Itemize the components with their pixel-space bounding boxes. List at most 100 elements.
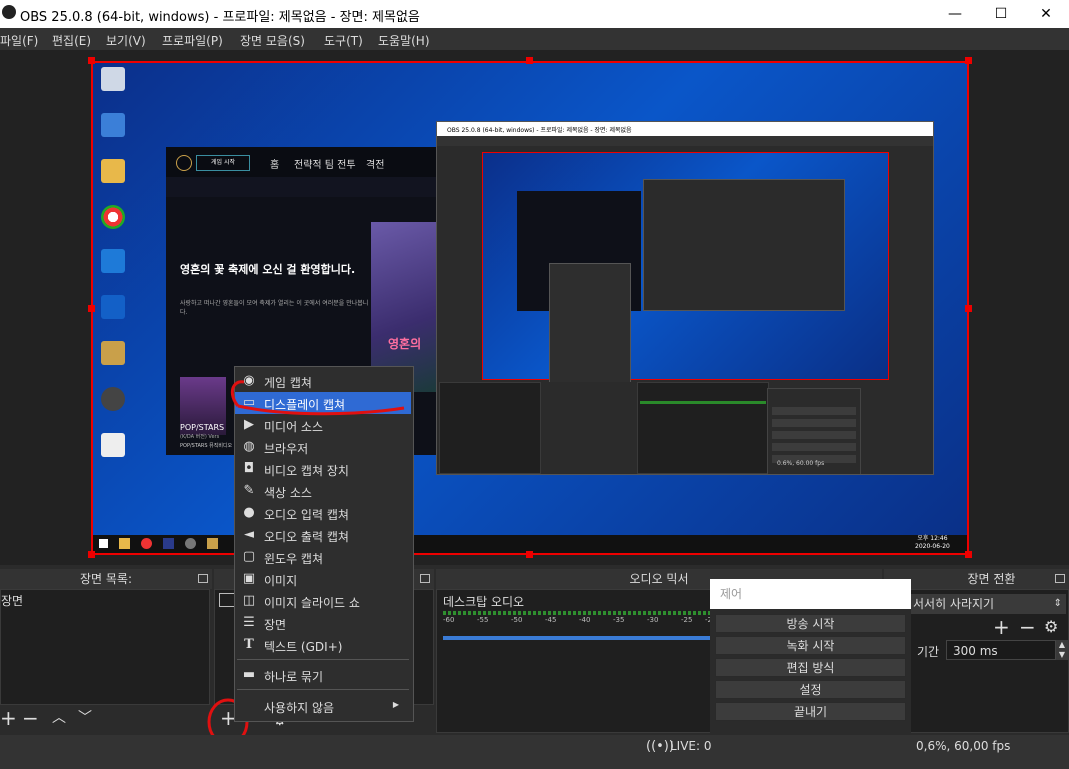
remove-transition-button[interactable]: −	[1019, 617, 1036, 637]
resize-handle-t[interactable]	[526, 57, 533, 64]
window-icon: ▢	[242, 549, 256, 564]
volume-slider[interactable]	[443, 636, 713, 640]
clock-date: 2020-06-20	[915, 543, 950, 550]
start-streaming-button[interactable]: 방송 시작	[715, 614, 906, 633]
transitions-title: 장면 전환	[967, 572, 1016, 586]
nested-preview	[482, 152, 889, 425]
menu-edit[interactable]: 편집(E)	[52, 32, 91, 49]
menu-profile[interactable]: 프로파일(P)	[162, 32, 223, 49]
taskbar-clock: 오후 12:46 2020-06-20	[915, 535, 950, 551]
select-arrows-icon: ⇕	[1053, 598, 1062, 609]
lol-body: 사랑하고 떠나간 영혼들이 모여 축제가 열리는 이 곳에서 여러분을 만나봅니…	[180, 300, 369, 316]
menu-item-text-gdi[interactable]: T 텍스트 (GDI+)	[235, 634, 411, 656]
remove-scene-button[interactable]: −	[22, 708, 39, 728]
menu-item-browser[interactable]: ◍ 브라우저	[235, 436, 411, 458]
close-button[interactable]: ✕	[1023, 0, 1069, 28]
menu-file[interactable]: 파일(F)	[0, 32, 38, 49]
nested-title: OBS 25.0.8 (64-bit, windows) - 프로파일: 제목없…	[447, 127, 632, 134]
menu-view[interactable]: 보기(V)	[106, 32, 146, 49]
resize-handle-b[interactable]	[526, 551, 533, 558]
menu-item-audio-input[interactable]: ● 오디오 입력 캡쳐	[235, 502, 411, 524]
live-status: LIVE: 0	[670, 739, 712, 753]
lol-play-button: 게임 시작	[196, 155, 250, 171]
lol-logo-icon	[176, 155, 192, 171]
submenu-arrow-icon: ▶	[392, 700, 399, 709]
maximize-button[interactable]: ☐	[978, 0, 1024, 28]
resize-handle-tr[interactable]	[965, 57, 972, 64]
duration-input[interactable]: 300 ms	[946, 640, 1056, 660]
menu-item-video-capture[interactable]: ◘ 비디오 캡쳐 장치	[235, 458, 411, 480]
lol-nav-tft: 전략적 팀 전투	[294, 160, 356, 171]
user-folder-icon	[101, 159, 125, 183]
scene-item[interactable]: 장면	[1, 592, 23, 609]
resize-handle-tl[interactable]	[88, 57, 95, 64]
menu-item-color-source[interactable]: ✎ 색상 소스	[235, 480, 411, 502]
computer-icon	[101, 113, 125, 137]
resize-handle-br[interactable]	[965, 551, 972, 558]
obs-icon	[101, 387, 125, 411]
photoshop-taskbar-icon	[163, 538, 174, 549]
microphone-icon: ●	[243, 505, 255, 520]
menu-item-audio-output[interactable]: ◄ 오디오 출력 캡쳐	[235, 524, 411, 546]
studio-mode-button[interactable]: 편집 방식	[715, 658, 906, 677]
windows-start-icon	[99, 539, 108, 548]
image-icon: ▣	[242, 571, 256, 586]
nested-title-bar: OBS 25.0.8 (64-bit, windows) - 프로파일: 제목없…	[437, 122, 933, 136]
menu-separator	[237, 659, 409, 660]
menu-item-image[interactable]: ▣ 이미지	[235, 568, 411, 590]
scene-down-button[interactable]: ﹀	[78, 708, 92, 728]
menu-item-image-slideshow[interactable]: ◫ 이미지 슬라이드 쇼	[235, 590, 411, 612]
brush-icon: ✎	[243, 483, 255, 498]
menu-tools[interactable]: 도구(T)	[324, 32, 363, 49]
transition-select[interactable]: 서서히 사라지기 ⇕	[909, 594, 1066, 614]
folder-icon: ▬	[242, 667, 256, 682]
menu-item-window-capture[interactable]: ▢ 윈도우 캡쳐	[235, 546, 411, 568]
add-transition-button[interactable]: +	[993, 617, 1010, 637]
scenes-list[interactable]: 장면	[0, 589, 210, 705]
duration-label: 기간	[917, 645, 940, 659]
explorer-taskbar-icon	[119, 538, 130, 549]
minimize-button[interactable]: —	[932, 0, 978, 28]
slideshow-icon: ◫	[242, 593, 256, 608]
undock-icon[interactable]	[420, 574, 430, 583]
add-scene-button[interactable]: +	[0, 708, 17, 728]
menu-help[interactable]: 도움말(H)	[378, 32, 430, 49]
menu-item-group[interactable]: ▬ 하나로 묶기	[235, 664, 411, 686]
start-recording-button[interactable]: 녹화 시작	[715, 636, 906, 655]
resize-handle-bl[interactable]	[88, 551, 95, 558]
mixer-ticks: -60 -55 -50 -45 -40 -35 -30 -25 -20	[443, 616, 716, 624]
lol-taskbar-icon	[207, 538, 218, 549]
transition-type: 서서히 사라지기	[913, 597, 995, 611]
camera-icon: ◘	[243, 461, 255, 476]
lol-nav-home: 홈	[270, 160, 280, 171]
menu-item-deprecated[interactable]: 사용하지 않음 ▶	[235, 695, 411, 717]
mixer-meter	[443, 611, 713, 615]
display-capture-preview[interactable]: 게임 시작 홈 전략적 팀 전투 격전 영혼의 꽃 축제에 오신 걸 환영합니다…	[91, 61, 969, 555]
undock-icon[interactable]	[1055, 574, 1065, 583]
exit-button[interactable]: 끝내기	[715, 702, 906, 721]
lol-headline: 영혼의 꽃 축제에 오신 걸 환영합니다.	[180, 263, 356, 276]
chrome-taskbar-icon	[141, 538, 152, 549]
lol-side-title: 영혼의	[388, 337, 422, 351]
file-icon	[101, 433, 125, 457]
clock-time: 오후 12:46	[917, 535, 948, 542]
menu-scene-collection[interactable]: 장면 모음(S)	[240, 32, 305, 49]
duration-spinner[interactable]: ▲ ▼	[1056, 640, 1068, 660]
status-bar: ((•)) LIVE: 0 0,6%, 60,00 fps	[0, 735, 1069, 769]
lol-news-caption: POP/STARS 뮤직비디오	[180, 443, 233, 449]
transitions-panel: 서서히 사라지기 ⇕ + − ⚙ 기간 300 ms ▲ ▼	[884, 589, 1069, 733]
title-bar: OBS 25.0.8 (64-bit, windows) - 프로파일: 제목없…	[0, 0, 1069, 28]
controls-title: 제어	[710, 579, 911, 609]
nested-status: 0.6%, 60.00 fps	[777, 460, 825, 467]
menu-bar: 파일(F) 편집(E) 보기(V) 프로파일(P) 장면 모음(S) 도구(T)…	[0, 28, 1069, 50]
transition-settings-gear-icon[interactable]: ⚙	[1044, 617, 1058, 637]
lol-news-title: POP/STARS	[180, 423, 225, 432]
annotation-underline	[230, 380, 405, 416]
menu-item-scene[interactable]: ☰ 장면	[235, 612, 411, 634]
resize-handle-l[interactable]	[88, 305, 95, 312]
scene-up-button[interactable]: ︿	[52, 708, 66, 728]
settings-button[interactable]: 설정	[715, 680, 906, 699]
resize-handle-r[interactable]	[965, 305, 972, 312]
undock-icon[interactable]	[198, 574, 208, 583]
scenes-title: 장면 목록:	[79, 572, 133, 586]
